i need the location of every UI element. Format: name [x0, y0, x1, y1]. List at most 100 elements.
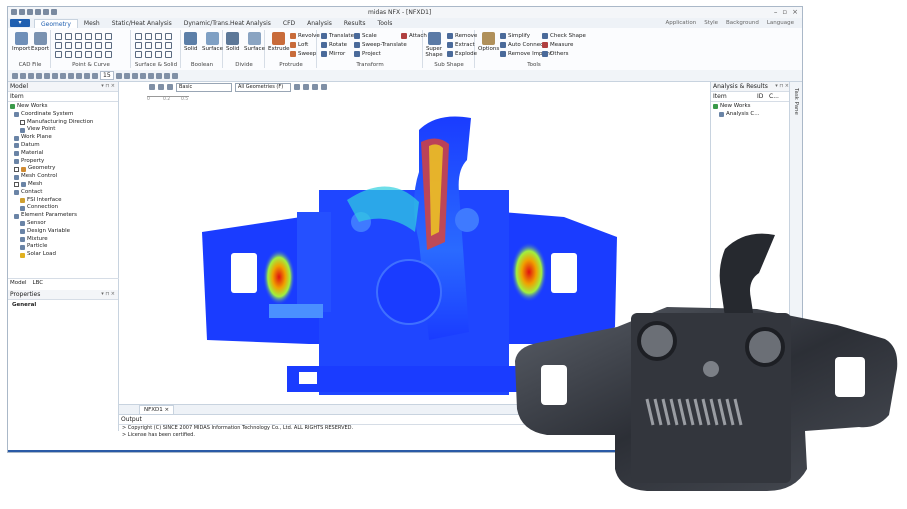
box-icon[interactable] [145, 33, 152, 40]
panel-controls[interactable]: ▾ ⊓ × [101, 82, 115, 91]
tree-item[interactable]: Material [10, 150, 116, 158]
sphere-icon[interactable] [165, 33, 172, 40]
show-icon[interactable] [147, 72, 154, 79]
tree-item[interactable]: Geometry [10, 165, 116, 173]
tab-tools[interactable]: Tools [372, 19, 399, 28]
trim-icon[interactable] [105, 42, 112, 49]
tree-item[interactable]: Contact [10, 189, 116, 197]
tree-item[interactable]: Manufacturing Direction [10, 119, 116, 127]
tree-item[interactable]: Element Parameters [10, 212, 116, 220]
tree-item[interactable]: Sensor [10, 220, 116, 228]
filter-icon[interactable] [20, 72, 26, 79]
view-right-icon[interactable] [76, 72, 82, 79]
checkbox-icon[interactable] [14, 182, 19, 188]
mirror-button[interactable]: Mirror [321, 50, 354, 58]
property-category[interactable]: General [8, 300, 118, 310]
boolean-solid-button[interactable]: Solid [184, 32, 197, 52]
tab-cfd[interactable]: CFD [277, 19, 301, 28]
tree-item[interactable]: Property [10, 158, 116, 166]
ellipse-icon[interactable] [75, 42, 82, 49]
intersect-icon[interactable] [75, 51, 82, 58]
application-menu[interactable]: Application [665, 19, 696, 27]
tree-item[interactable]: Connection [10, 204, 116, 212]
tree-item[interactable]: Datum [10, 142, 116, 150]
shading-icon[interactable] [123, 72, 130, 79]
snap-icon[interactable] [163, 72, 170, 79]
measure-button[interactable]: Measure [542, 41, 586, 49]
open-icon[interactable] [27, 9, 33, 15]
scale-button[interactable]: Scale [354, 32, 407, 40]
style-menu[interactable]: Style [704, 19, 718, 27]
undo-icon[interactable] [43, 9, 49, 15]
extend-icon[interactable] [55, 51, 62, 58]
tree-item[interactable]: Mixture [10, 236, 116, 244]
import-button[interactable]: Import [12, 32, 30, 52]
tree-item[interactable]: FSI Interface [10, 197, 116, 205]
language-menu[interactable]: Language [767, 19, 794, 27]
super-shape-button[interactable]: Super Shape [425, 32, 443, 58]
tree-item[interactable]: New Works [10, 103, 116, 111]
boolean-surface-button[interactable]: Surface [202, 32, 223, 52]
checkbox-icon[interactable] [14, 166, 19, 172]
panel-controls[interactable]: ▾ ⊓ × [101, 290, 115, 299]
tab-analysis[interactable]: Analysis [301, 19, 338, 28]
tab-model[interactable]: Model [10, 279, 27, 288]
plane-icon[interactable] [135, 33, 142, 40]
view-left-icon[interactable] [68, 72, 74, 79]
rectangle-icon[interactable] [55, 42, 62, 49]
merge-icon[interactable] [95, 51, 102, 58]
select-icon[interactable] [12, 72, 18, 79]
angle-input[interactable]: 15 [100, 71, 114, 80]
break-icon[interactable] [85, 51, 92, 58]
tab-mesh[interactable]: Mesh [78, 19, 106, 28]
file-menu-button[interactable]: ▾ [10, 19, 30, 27]
face-icon[interactable] [155, 51, 162, 58]
maximize-icon[interactable]: ▫ [782, 8, 787, 16]
cylinder-icon[interactable] [155, 33, 162, 40]
tree-item[interactable]: Mesh [10, 181, 116, 189]
others-button[interactable]: Others [542, 50, 586, 58]
export-button[interactable]: Export [31, 32, 49, 52]
sweep-button[interactable]: Sweep [290, 50, 320, 58]
panel-controls[interactable]: ▾ ⊓ × [775, 82, 789, 91]
close-icon[interactable]: × [792, 8, 798, 16]
wedge-icon[interactable] [155, 42, 162, 49]
new-icon[interactable] [19, 9, 25, 15]
prism-icon[interactable] [165, 42, 172, 49]
explode-button[interactable]: Explode [447, 50, 477, 58]
arc-icon[interactable] [75, 33, 82, 40]
extract-button[interactable]: Extract [447, 41, 477, 49]
background-menu[interactable]: Background [726, 19, 759, 27]
fillet-icon[interactable] [85, 42, 92, 49]
zoom-fit-icon[interactable] [36, 72, 42, 79]
project-curve-icon[interactable] [105, 51, 112, 58]
remove-button[interactable]: Remove [447, 32, 477, 40]
pan-icon[interactable] [44, 72, 50, 79]
tab-dynamic-trans-heat[interactable]: Dynamic/Trans.Heat Analysis [178, 19, 277, 28]
redo-icon[interactable] [51, 9, 57, 15]
revolve-button[interactable]: Revolve [290, 32, 320, 40]
tab-static-heat[interactable]: Static/Heat Analysis [106, 19, 178, 28]
display-mode-icon[interactable] [115, 72, 122, 79]
point-icon[interactable] [55, 33, 62, 40]
tree-item[interactable]: Work Plane [10, 134, 116, 142]
tree-item[interactable]: Analysis C... [713, 111, 790, 119]
attach-button[interactable]: Attach [401, 32, 427, 40]
chamfer-icon[interactable] [95, 42, 102, 49]
extrude-button[interactable]: Extrude [268, 32, 290, 52]
sweep-translate-button[interactable]: Sweep-Translate [354, 41, 407, 49]
divide-solid-button[interactable]: Solid [226, 32, 239, 52]
tree-item[interactable]: View Point [10, 126, 116, 134]
save-icon[interactable] [35, 9, 41, 15]
polyline-icon[interactable] [95, 33, 102, 40]
cone-icon[interactable] [135, 42, 142, 49]
rotate-button[interactable]: Rotate [321, 41, 354, 49]
rotate-view-icon[interactable] [52, 72, 58, 79]
tree-item[interactable]: Mesh Control [10, 173, 116, 181]
translate-button[interactable]: Translate [321, 32, 354, 40]
layer-icon[interactable] [171, 72, 178, 79]
view-down-icon[interactable] [92, 72, 98, 79]
tab-lbc[interactable]: LBC [33, 279, 44, 288]
zoom-icon[interactable] [28, 72, 34, 79]
checkbox-icon[interactable] [20, 119, 25, 125]
